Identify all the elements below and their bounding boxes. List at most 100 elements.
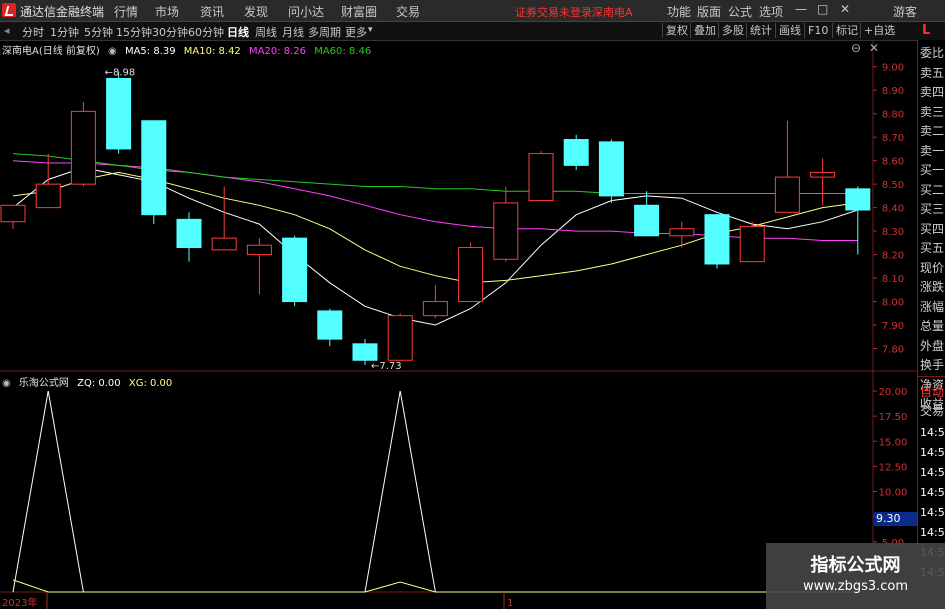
quote-label: 总量 <box>920 319 945 333</box>
price-tick-label: 7.90 <box>882 321 904 332</box>
draw-line-button[interactable]: 画线 <box>775 23 804 38</box>
menu-item-discover[interactable]: 发现 <box>244 3 268 20</box>
x-month-label: 1 <box>507 598 513 609</box>
candle-body <box>669 228 695 237</box>
overlay-button[interactable]: 叠加 <box>690 23 719 38</box>
ma-line-ma60 <box>12 153 858 194</box>
tab-60min[interactable]: 60分钟 <box>188 24 224 40</box>
xg-value: XG: 0.00 <box>128 378 173 389</box>
quote-label: 涨跌 <box>920 280 945 294</box>
candle <box>669 221 695 248</box>
tab-5min[interactable]: 5分钟 <box>84 24 113 40</box>
app-title: 通达信金融终端 <box>20 5 105 19</box>
candle-body <box>246 244 272 256</box>
ma20-value: MA20: 8.26 <box>248 46 306 57</box>
candle-body <box>598 141 624 197</box>
menu-item-ask[interactable]: 问小达 <box>288 3 324 20</box>
zq-value: ZQ: 0.00 <box>77 378 121 389</box>
price-tick-label: 8.70 <box>882 133 904 144</box>
candle <box>246 238 272 295</box>
candle-body <box>35 183 61 209</box>
candle <box>563 134 589 171</box>
login-notice[interactable]: 证券交易未登录 <box>515 4 592 20</box>
f10-button[interactable]: F10 <box>804 23 831 38</box>
add-watchlist-button[interactable]: +自选 <box>860 23 898 38</box>
price-tick-label: 8.80 <box>882 110 904 121</box>
quote-label: 换手 <box>920 358 945 372</box>
menu-item-wealth[interactable]: 财富圈 <box>341 3 377 20</box>
crosshair-value-box: 9.30 <box>874 512 919 526</box>
candle <box>422 285 448 318</box>
price-tick-label: 8.00 <box>882 298 904 309</box>
tab-multi-period[interactable]: 多周期 <box>308 24 341 40</box>
candle <box>458 242 484 303</box>
tab-bar-arrow-icon[interactable]: ◂ <box>4 24 10 37</box>
quote-label: 外盘 <box>920 338 945 353</box>
mark-button[interactable]: 标记 <box>832 23 861 38</box>
quote-label: 卖一 <box>920 143 945 158</box>
trade-section-label: 交易 <box>920 404 945 418</box>
tab-daily[interactable]: 日线 <box>227 24 249 40</box>
menu-item-trade[interactable]: 交易 <box>396 3 420 20</box>
tab-more[interactable]: 更多 <box>345 24 367 40</box>
watermark: 指标公式网 www.zbgs3.com <box>766 543 945 609</box>
statistics-button[interactable]: 统计 <box>746 23 775 38</box>
candle-body <box>317 310 343 340</box>
more-dropdown-icon[interactable]: ▾ <box>368 25 373 35</box>
candle-body <box>563 139 589 166</box>
close-chart-icon[interactable]: ✕ <box>869 41 879 55</box>
tab-15min[interactable]: 15分钟 <box>116 24 152 40</box>
quote-label: 买五 <box>920 241 945 255</box>
menu-item-formula[interactable]: 公式 <box>728 3 752 20</box>
indicator-settings-icon[interactable]: ◉ <box>2 378 11 389</box>
guest-label[interactable]: 游客 <box>893 3 917 20</box>
menu-item-function[interactable]: 功能 <box>667 3 691 20</box>
candle-body <box>774 176 800 213</box>
multi-stock-button[interactable]: 多股 <box>718 23 747 38</box>
ma60-value: MA60: 8.46 <box>314 46 372 57</box>
adjust-button[interactable]: 复权 <box>662 23 691 38</box>
menu-item-layout[interactable]: 版面 <box>697 3 721 20</box>
date-x-axis: 2023年 1 <box>2 592 513 609</box>
menu-item-markets[interactable]: 市场 <box>155 3 179 20</box>
candle-body <box>493 202 519 260</box>
tab-weekly[interactable]: 周线 <box>255 24 277 40</box>
ma-settings-icon[interactable]: ◉ <box>108 46 117 57</box>
price-y-axis: 9.00 8.90 8.80 8.70 8.60 8.50 8.40 8.30 8.20 8.10… <box>873 63 904 356</box>
kline-chart[interactable]: ←8.98 ←7.73 9.00 8.90 8.80 8.70 8.60 8.50 8.40 8… <box>0 40 917 609</box>
trade-time: 14:56 <box>920 526 945 539</box>
menu-item-market[interactable]: 行情 <box>114 3 138 20</box>
tab-intraday[interactable]: 分时 <box>22 24 44 40</box>
candle <box>387 313 413 361</box>
candle <box>774 120 800 213</box>
candle <box>845 186 871 255</box>
candle-body <box>106 77 132 150</box>
panel-separator <box>918 376 945 377</box>
zoom-out-icon[interactable]: ⊖ <box>851 41 861 55</box>
price-tick-label: 8.40 <box>882 204 904 215</box>
trade-time: 14:56 <box>920 426 945 439</box>
menu-item-options[interactable]: 选项 <box>759 3 783 20</box>
period-tab-bar: ◂ 分时 1分钟 5分钟 15分钟 30分钟 60分钟 日线 周线 月线 多周期… <box>0 22 945 41</box>
menu-item-news[interactable]: 资讯 <box>200 3 224 20</box>
candle-body <box>458 247 484 303</box>
menu-bar: 通达信金融终端 行情 市场 资讯 发现 问小达 财富圈 交易 证券交易未登录 深… <box>0 0 945 22</box>
quote-label: 卖五 <box>920 65 945 80</box>
price-tick-label: 8.10 <box>882 274 904 285</box>
indicator-header: ◉ 乐淘公式网 ZQ: 0.00 XG: 0.00 <box>2 374 177 389</box>
maximize-icon[interactable]: □ <box>817 2 828 16</box>
close-icon[interactable]: ✕ <box>840 2 850 16</box>
trade-time: 14:56 <box>920 506 945 519</box>
price-tick-label: 8.50 <box>882 180 904 191</box>
quote-label: 委比 <box>920 46 945 60</box>
indicator-tick-label: 10.00 <box>879 488 908 499</box>
candle <box>70 101 96 187</box>
tab-1min[interactable]: 1分钟 <box>50 24 79 40</box>
tab-monthly[interactable]: 月线 <box>282 24 304 40</box>
candle <box>106 71 132 154</box>
panel-badge[interactable]: L <box>922 23 930 38</box>
candle-body <box>704 214 730 265</box>
tab-30min[interactable]: 30分钟 <box>152 24 188 40</box>
minimize-icon[interactable]: — <box>795 2 807 16</box>
candle-body <box>211 237 237 251</box>
